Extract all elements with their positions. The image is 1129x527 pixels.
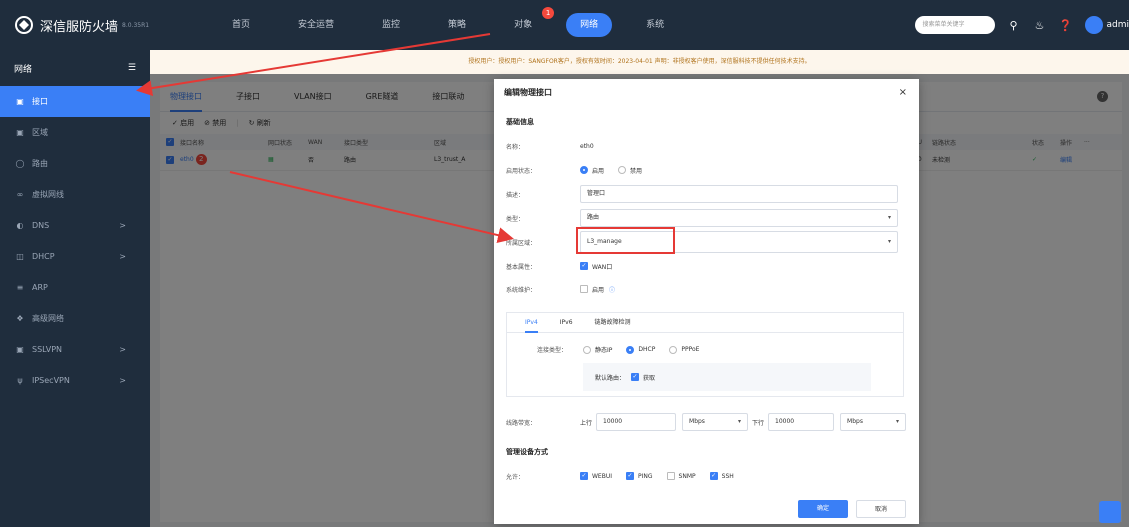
arrow-to-zone-field (229, 171, 514, 244)
annotation-arrows (136, 33, 514, 244)
arrow-to-sidebar-interface (136, 33, 491, 97)
assistant-icon[interactable] (1099, 501, 1121, 523)
